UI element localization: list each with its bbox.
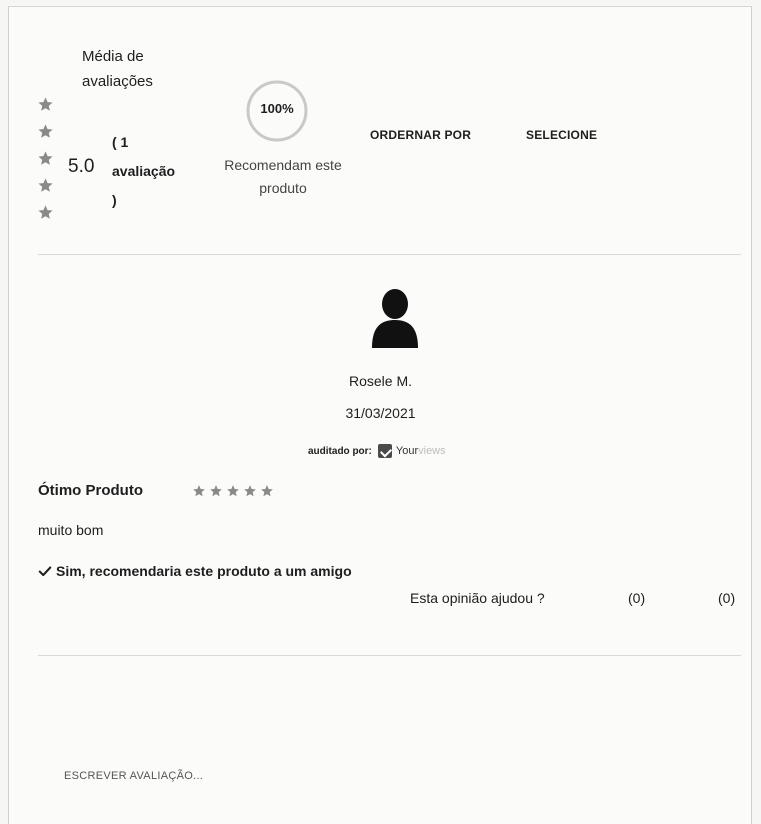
review-recommendation-text: Sim, recomendaria este produto a um amig…: [56, 563, 352, 579]
star-icon: [38, 97, 53, 111]
review-stars: [192, 484, 274, 498]
star-icon: [244, 485, 256, 497]
star-icon: [38, 124, 53, 138]
audited-label: auditado por:: [308, 445, 372, 457]
review-count-open: ( 1: [112, 134, 129, 150]
review-title: Ótimo Produto: [38, 482, 143, 499]
review-count: ( 1 avaliação ): [112, 128, 212, 215]
review-date: 31/03/2021: [345, 405, 416, 421]
divider: [38, 254, 741, 255]
sort-select[interactable]: SELECIONE: [526, 128, 597, 142]
average-rating-label: Média de avaliações: [82, 48, 153, 90]
recommend-text: Recomendam este produto: [224, 157, 342, 196]
review-body: muito bom: [38, 522, 104, 538]
yourviews-logo-your: Your: [395, 445, 419, 457]
avatar-icon: [372, 289, 418, 348]
helpful-yes-button[interactable]: (0): [628, 590, 645, 606]
review-count-close: ): [112, 192, 117, 208]
average-score: 5.0: [68, 156, 95, 177]
star-icon: [38, 205, 53, 219]
review-author: Rosele M.: [348, 373, 413, 389]
yourviews-logo[interactable]: Your views: [377, 444, 446, 458]
yourviews-logo-views: views: [418, 445, 446, 457]
recommend-percent: 100%: [260, 101, 294, 116]
yourviews-logo-icon: [377, 444, 392, 458]
star-icon: [210, 485, 222, 497]
star-icon: [193, 485, 205, 497]
star-icon: [227, 485, 239, 497]
check-icon: [38, 566, 52, 577]
review-count-word: avaliação: [112, 163, 176, 179]
star-icon: [38, 151, 53, 165]
star-icon: [261, 485, 273, 497]
helpful-no-button[interactable]: (0): [718, 590, 735, 606]
star-icon: [38, 178, 53, 192]
average-rating-stars: [37, 96, 57, 231]
write-review-button[interactable]: ESCREVER AVALIAÇÃO...: [64, 770, 203, 782]
helpful-question: Esta opinião ajudou ?: [410, 590, 545, 606]
divider: [38, 655, 741, 656]
review-recommendation: Sim, recomendaria este produto a um amig…: [38, 563, 352, 579]
audited-by: auditado por: Your views: [308, 444, 446, 458]
sort-label: ORDERNAR POR: [370, 128, 472, 142]
